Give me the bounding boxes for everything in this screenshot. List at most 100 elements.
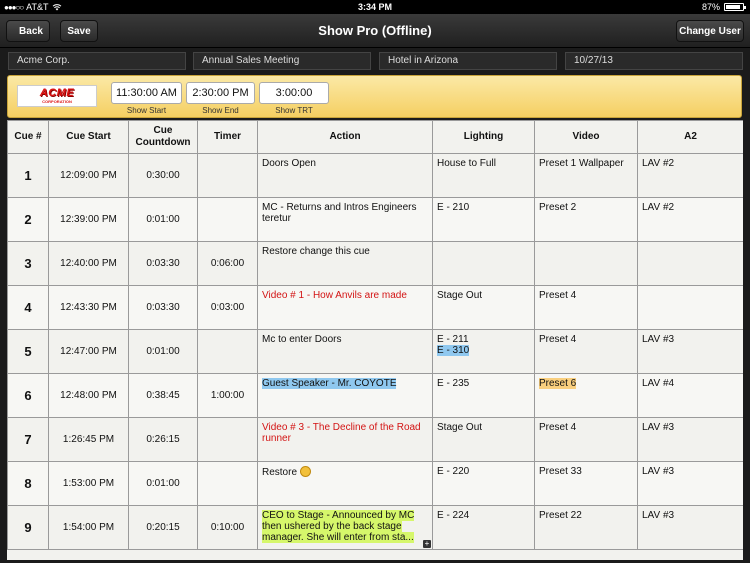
show-trt-input[interactable]: 3:00:00 [259,82,329,104]
cue-video[interactable]: Preset 4 [534,417,638,462]
cue-action[interactable]: CEO to Stage - Announced by MC then ushe… [257,505,433,550]
cue-number: 1 [7,153,49,198]
cue-action[interactable]: Restore change this cue [257,241,433,286]
cue-action[interactable]: Restore [257,461,433,506]
battery-group: 87% [701,2,746,12]
battery-icon [724,3,746,11]
cue-action[interactable]: Doors Open [257,153,433,198]
show-info-bar: Acme Corp. Annual Sales Meeting Hotel in… [0,49,750,73]
cue-timer[interactable] [197,461,258,506]
cue-a2[interactable] [637,285,743,330]
cue-table: Cue # Cue Start Cue Countdown Timer Acti… [7,120,743,550]
cue-a2[interactable]: LAV #3 [637,329,743,374]
cue-a2[interactable] [637,241,743,286]
cue-lighting[interactable]: E - 210 [432,197,535,242]
cue-number: 7 [7,417,49,462]
cue-timer[interactable]: 0:10:00 [197,505,258,550]
cue-start[interactable]: 12:39:00 PM [48,197,129,242]
cue-action[interactable]: Guest Speaker - Mr. COYOTE [257,373,433,418]
table-row[interactable]: 3 12:40:00 PM 0:03:30 0:06:00 Restore ch… [7,241,743,286]
cue-start[interactable]: 12:47:00 PM [48,329,129,374]
show-end-label: Show End [202,106,239,115]
cue-number: 5 [7,329,49,374]
expand-icon[interactable]: + [423,540,431,548]
cue-countdown: 0:01:00 [128,329,198,374]
cue-a2[interactable]: LAV #3 [637,461,743,506]
cue-start[interactable]: 1:53:00 PM [48,461,129,506]
cue-video[interactable]: Preset 4 [534,329,638,374]
cue-video[interactable] [534,241,638,286]
cue-sheet: Cue # Cue Start Cue Countdown Timer Acti… [7,120,743,560]
table-row[interactable]: 9 1:54:00 PM 0:20:15 0:10:00 CEO to Stag… [7,505,743,550]
table-row[interactable]: 1 12:09:00 PM 0:30:00 Doors Open House t… [7,153,743,198]
cue-number: 2 [7,197,49,242]
venue-field[interactable]: Hotel in Arizona [379,52,557,70]
cue-a2[interactable]: LAV #4 [637,373,743,418]
cue-a2[interactable]: LAV #3 [637,505,743,550]
cue-timer[interactable]: 0:06:00 [197,241,258,286]
lighting-secondary: E - 310 [437,345,470,356]
cue-action[interactable]: MC - Returns and Intros Engineers teretu… [257,197,433,242]
cue-video[interactable]: Preset 33 [534,461,638,506]
header-lighting: Lighting [432,120,535,154]
cue-a2[interactable]: LAV #3 [637,417,743,462]
smiley-icon [299,466,311,477]
cue-video[interactable]: Preset 4 [534,285,638,330]
cue-timer[interactable]: 0:03:00 [197,285,258,330]
nav-bar: Back Save Show Pro (Offline) Change User [0,14,750,48]
battery-percent: 87% [701,2,720,12]
cue-lighting[interactable]: Stage Out [432,285,535,330]
table-row[interactable]: 8 1:53:00 PM 0:01:00 Restore E - 220 Pre… [7,461,743,506]
cue-lighting[interactable] [432,241,535,286]
cue-timer[interactable]: 1:00:00 [197,373,258,418]
table-row[interactable]: 5 12:47:00 PM 0:01:00 Mc to enter Doors … [7,329,743,374]
cue-a2[interactable]: LAV #2 [637,197,743,242]
cue-start[interactable]: 1:54:00 PM [48,505,129,550]
table-header-row: Cue # Cue Start Cue Countdown Timer Acti… [7,120,743,154]
show-start-input[interactable]: 11:30:00 AM [111,82,182,104]
cue-timer[interactable] [197,329,258,374]
cue-action[interactable]: Video # 3 - The Decline of the Road runn… [257,417,433,462]
cue-lighting[interactable]: E - 235 [432,373,535,418]
cue-video[interactable]: Preset 1 Wallpaper [534,153,638,198]
table-row[interactable]: 6 12:48:00 PM 0:38:45 1:00:00 Guest Spea… [7,373,743,418]
cue-a2[interactable]: LAV #2 [637,153,743,198]
cue-number: 6 [7,373,49,418]
cue-lighting[interactable]: House to Full [432,153,535,198]
cue-countdown: 0:01:00 [128,197,198,242]
table-row[interactable]: 4 12:43:30 PM 0:03:30 0:03:00 Video # 1 … [7,285,743,330]
clock: 3:34 PM [357,2,392,12]
cue-start[interactable]: 1:26:45 PM [48,417,129,462]
date-field[interactable]: 10/27/13 [565,52,743,70]
cue-start[interactable]: 12:09:00 PM [48,153,129,198]
show-trt-label: Show TRT [275,106,313,115]
table-row[interactable]: 2 12:39:00 PM 0:01:00 MC - Returns and I… [7,197,743,242]
cue-lighting[interactable]: Stage Out [432,417,535,462]
cue-video[interactable]: Preset 2 [534,197,638,242]
cue-start[interactable]: 12:48:00 PM [48,373,129,418]
cue-countdown: 0:20:15 [128,505,198,550]
cue-video[interactable]: Preset 22 [534,505,638,550]
cue-action[interactable]: Video # 1 - How Anvils are made [257,285,433,330]
cue-lighting[interactable]: E - 220 [432,461,535,506]
client-field[interactable]: Acme Corp. [8,52,186,70]
cue-number: 8 [7,461,49,506]
change-user-button[interactable]: Change User [676,20,744,42]
cue-countdown: 0:26:15 [128,417,198,462]
status-bar: ●●●○○ AT&T 3:34 PM 87% [0,0,750,14]
cue-action[interactable]: Mc to enter Doors [257,329,433,374]
company-logo: ACME CORPORATION [17,85,97,107]
cue-start[interactable]: 12:43:30 PM [48,285,129,330]
page-title: Show Pro (Offline) [318,23,432,38]
event-field[interactable]: Annual Sales Meeting [193,52,371,70]
cue-timer[interactable] [197,417,258,462]
cue-lighting[interactable]: E - 211 E - 310 [432,329,535,374]
table-row[interactable]: 7 1:26:45 PM 0:26:15 Video # 3 - The Dec… [7,417,743,462]
show-end-input[interactable]: 2:30:00 PM [186,82,255,104]
cue-video[interactable]: Preset 6 [534,373,638,418]
cue-start[interactable]: 12:40:00 PM [48,241,129,286]
cue-timer[interactable] [197,153,258,198]
cue-timer[interactable] [197,197,258,242]
show-start-label: Show Start [126,106,167,115]
cue-lighting[interactable]: E - 224 [432,505,535,550]
